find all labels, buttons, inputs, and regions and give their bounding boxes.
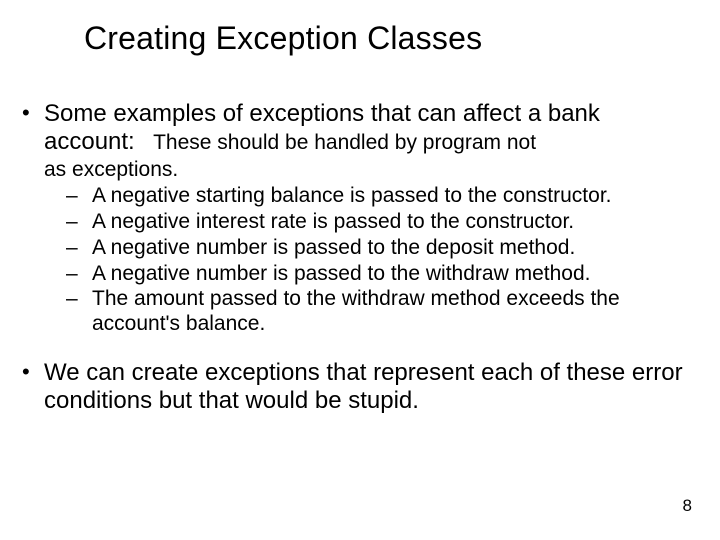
bullet-dot-icon: • — [22, 359, 44, 385]
sub-bullet-list: – A negative starting balance is passed … — [66, 184, 690, 337]
bullet-text: Some examples of exceptions that can aff… — [44, 100, 690, 157]
slide-title: Creating Exception Classes — [84, 20, 482, 57]
bullet-text: We can create exceptions that represent … — [44, 359, 690, 416]
bullet-item-1: • Some examples of exceptions that can a… — [22, 100, 690, 157]
dash-icon: – — [66, 236, 92, 261]
sub-bullet-text: A negative starting balance is passed to… — [92, 184, 690, 209]
bullet-item-2: • We can create exceptions that represen… — [22, 359, 690, 416]
slide-body: • Some examples of exceptions that can a… — [22, 100, 690, 416]
sub-bullet-item: – A negative number is passed to the wit… — [66, 262, 690, 287]
sub-bullet-text: The amount passed to the withdraw method… — [92, 287, 690, 337]
sub-bullet-item: – A negative interest rate is passed to … — [66, 210, 690, 235]
sub-bullet-text: A negative number is passed to the withd… — [92, 262, 690, 287]
spacer — [141, 129, 147, 154]
dash-icon: – — [66, 210, 92, 235]
sub-bullet-item: – A negative number is passed to the dep… — [66, 236, 690, 261]
bullet-dot-icon: • — [22, 100, 44, 126]
dash-icon: – — [66, 184, 92, 209]
bullet1-note-inline: These should be handled by program not — [153, 131, 536, 154]
bullet1-note-continued: as exceptions. — [44, 158, 690, 183]
dash-icon: – — [66, 262, 92, 287]
dash-icon: – — [66, 287, 92, 312]
sub-bullet-text: A negative number is passed to the depos… — [92, 236, 690, 261]
slide: Creating Exception Classes • Some exampl… — [0, 0, 720, 540]
sub-bullet-text: A negative interest rate is passed to th… — [92, 210, 690, 235]
page-number: 8 — [683, 496, 692, 516]
sub-bullet-item: – A negative starting balance is passed … — [66, 184, 690, 209]
sub-bullet-item: – The amount passed to the withdraw meth… — [66, 287, 690, 337]
